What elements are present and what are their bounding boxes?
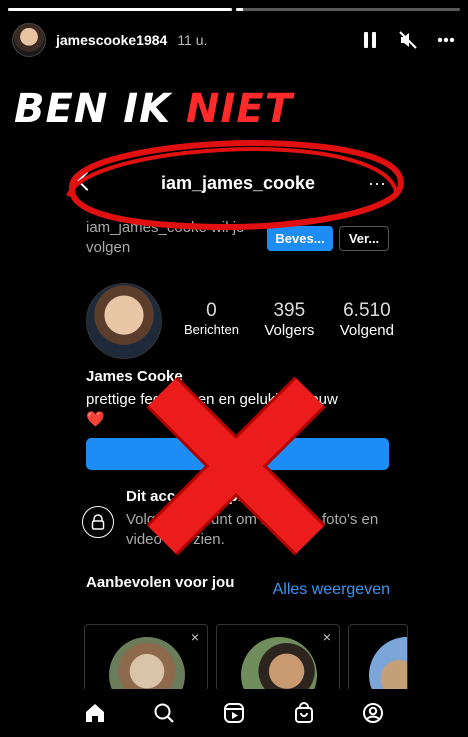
stat-label: Volgers bbox=[264, 322, 315, 339]
profile-full-name: James Cooke bbox=[86, 368, 183, 385]
suggested-avatar bbox=[369, 637, 407, 690]
profile-screenshot: iam_james_cooke ··· iam_james_cooke wil … bbox=[68, 140, 408, 690]
delete-button: Ver... bbox=[339, 226, 389, 251]
story-progress bbox=[8, 8, 460, 11]
stat-label: Berichten bbox=[184, 322, 239, 337]
suggested-card bbox=[348, 624, 408, 690]
bottom-nav bbox=[0, 689, 468, 737]
shop-icon[interactable] bbox=[291, 700, 317, 726]
story-headline: BEN IK NIET bbox=[14, 86, 293, 132]
stat-value: 0 bbox=[206, 300, 217, 321]
home-icon[interactable] bbox=[82, 700, 108, 726]
private-text: Volg dit account om zijn/haar foto's en … bbox=[126, 511, 379, 548]
avatar[interactable] bbox=[12, 23, 46, 57]
story-progress-segment bbox=[236, 8, 460, 11]
profile-stats: 0 Berichten 395 Volgers 6.510 Volgend bbox=[184, 300, 394, 339]
pause-icon[interactable] bbox=[360, 30, 380, 50]
suggested-cards: × × bbox=[84, 624, 408, 690]
heart-emoji: ❤️ bbox=[86, 411, 105, 428]
lock-icon bbox=[82, 506, 114, 538]
follow-button bbox=[86, 438, 389, 470]
profile-avatar bbox=[86, 283, 162, 359]
profile-more-icon: ··· bbox=[368, 173, 386, 193]
stat-following: 6.510 Volgend bbox=[340, 300, 394, 339]
more-icon[interactable] bbox=[436, 30, 456, 50]
stat-posts: 0 Berichten bbox=[184, 300, 239, 339]
suggested-avatar bbox=[241, 637, 317, 690]
see-all-link: Alles weergeven bbox=[272, 581, 390, 598]
story-progress-segment bbox=[8, 8, 232, 11]
stat-value: 395 bbox=[273, 300, 306, 321]
confirm-button: Beves... bbox=[267, 226, 333, 251]
profile-icon[interactable] bbox=[360, 700, 386, 726]
search-icon[interactable] bbox=[151, 700, 177, 726]
bio-text: prettige feestdagen en gelukkig nieuw bbox=[86, 391, 338, 408]
stat-value: 6.510 bbox=[343, 300, 391, 321]
story-time: 11 u. bbox=[177, 32, 208, 48]
story-username[interactable]: jamescooke1984 bbox=[56, 32, 167, 48]
suggested-card: × bbox=[216, 624, 340, 690]
suggested-card: × bbox=[84, 624, 208, 690]
profile-bio: prettige feestdagen en gelukkig nieuw ❤️ bbox=[86, 390, 396, 430]
suggested-avatar bbox=[109, 637, 185, 690]
stat-followers: 395 Volgers bbox=[264, 300, 314, 339]
follow-request-text: iam_james_cooke wil je volgen bbox=[86, 219, 245, 256]
close-icon: × bbox=[322, 629, 331, 645]
story-progress-fill bbox=[8, 8, 232, 11]
close-icon: × bbox=[190, 629, 199, 645]
suggested-title: Aanbevolen voor jou bbox=[86, 574, 235, 591]
stat-label: Volgend bbox=[339, 322, 394, 339]
reels-icon[interactable] bbox=[221, 700, 247, 726]
headline-white: BEN IK bbox=[14, 86, 172, 132]
headline-red: NIET bbox=[186, 86, 293, 132]
mute-icon[interactable] bbox=[398, 30, 418, 50]
profile-username: iam_james_cooke bbox=[160, 173, 316, 193]
story-progress-fill bbox=[236, 8, 243, 11]
story-header: jamescooke1984 11 u. bbox=[12, 22, 456, 58]
private-title: Dit account is privé bbox=[126, 488, 265, 505]
